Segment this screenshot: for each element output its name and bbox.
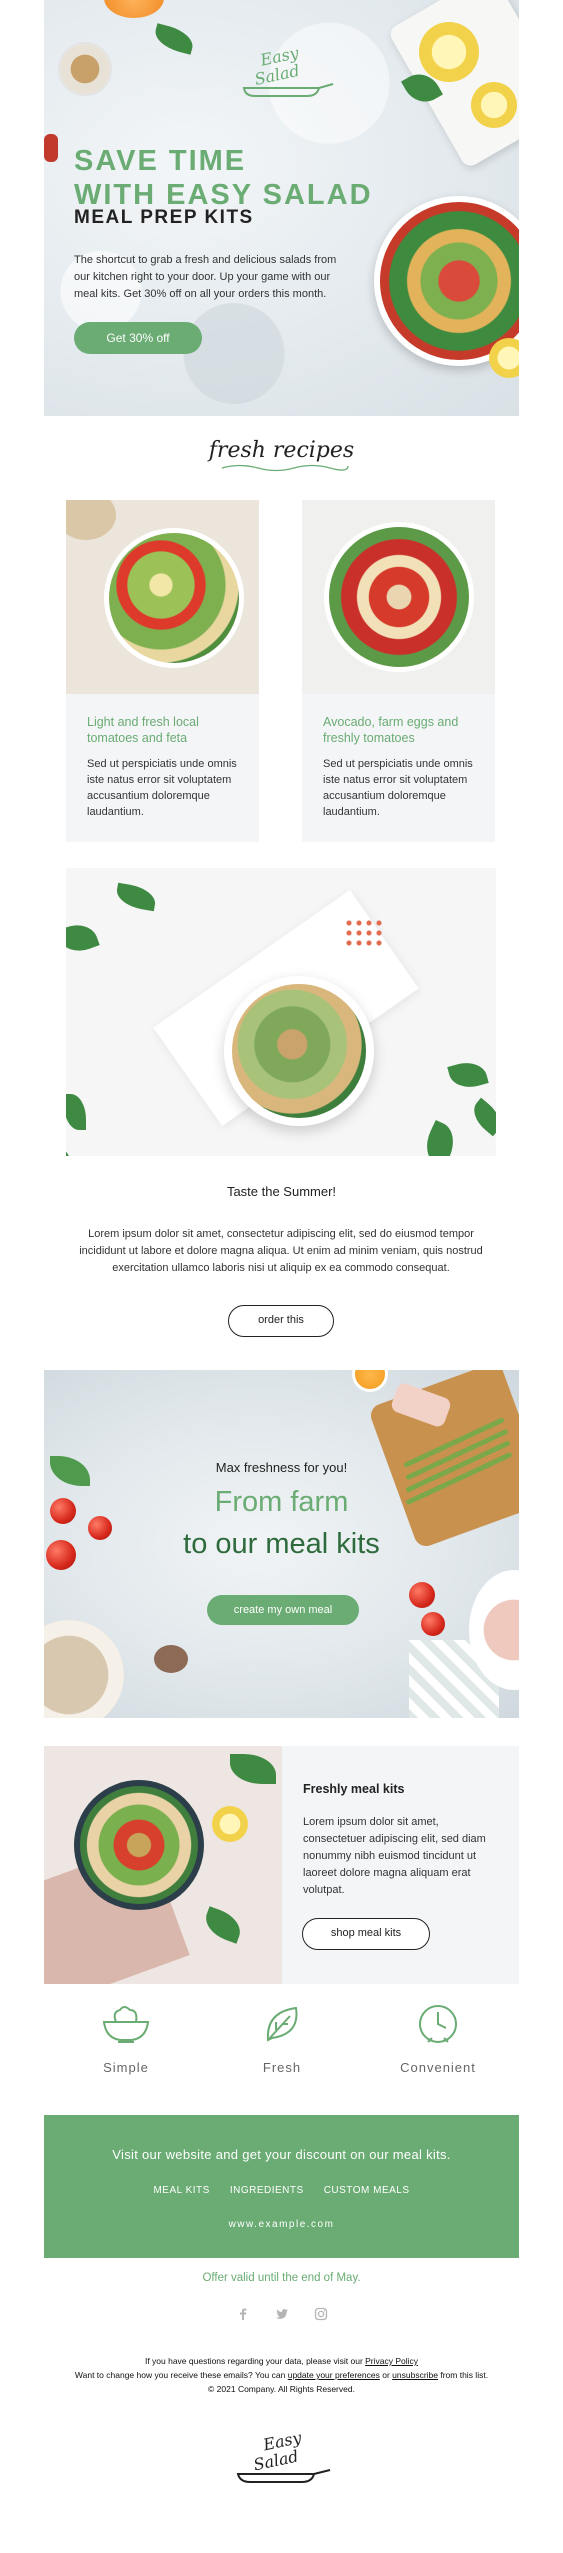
sauce-jar-image <box>58 42 112 96</box>
heading-swash <box>221 464 349 472</box>
twitter-icon[interactable] <box>275 2307 289 2321</box>
lime-image <box>212 1806 248 1842</box>
recipe-card-title: Avocado, farm eggs and freshly tomatoes <box>323 715 459 745</box>
promo-text: Visit our website and get your discount … <box>112 2147 451 2162</box>
leaf-decoration <box>114 882 158 912</box>
legal-line-2: Want to change how you receive these ema… <box>0 2368 563 2382</box>
order-this-button[interactable]: order this <box>228 1305 334 1337</box>
juice-glass-image <box>352 1370 388 1392</box>
recipe-image <box>302 500 495 694</box>
lemon-image <box>471 82 517 128</box>
website-link[interactable]: www.example.com <box>44 2219 519 2230</box>
social-links <box>236 2307 328 2321</box>
meal-kits-section: Freshly meal kits Lorem ipsum dolor sit … <box>44 1746 519 1984</box>
legal-line-1: If you have questions regarding your dat… <box>0 2354 563 2368</box>
footer-link-ingredients[interactable]: INGREDIENTS <box>230 2185 304 2196</box>
logo-text-salad: Salad <box>253 61 301 89</box>
create-meal-button[interactable]: create my own meal <box>207 1595 359 1625</box>
farm-small-heading: Max freshness for you! <box>215 1460 348 1475</box>
feature-label: Simple <box>103 2060 149 2075</box>
update-preferences-link[interactable]: update your preferences <box>288 2370 380 2380</box>
tomato-image <box>409 1582 435 1608</box>
summer-salad-image <box>66 868 496 1156</box>
get-discount-button[interactable]: Get 30% off <box>74 322 202 354</box>
farm-banner: Max freshness for you! From farm to our … <box>44 1370 519 1718</box>
meal-kit-image <box>44 1746 282 1984</box>
feature-simple: Simple <box>56 2002 196 2075</box>
legal-text-segment: If you have questions regarding your dat… <box>144 2356 366 2366</box>
legal-text: If you have questions regarding your dat… <box>0 2354 563 2396</box>
legal-text-segment: or <box>379 2370 393 2380</box>
shop-meal-kits-button[interactable]: shop meal kits <box>302 1918 430 1950</box>
mushroom-image <box>154 1645 188 1673</box>
footer-nav: MEAL KITS INGREDIENTS CUSTOM MEALS <box>44 2185 519 2196</box>
offer-note: Offer valid until the end of May. <box>202 2272 361 2284</box>
footer-link-custom-meals[interactable]: CUSTOM MEALS <box>324 2185 410 2196</box>
lemon-image <box>419 22 479 82</box>
hero-subtitle: MEAL PREP KITS <box>74 207 254 228</box>
copyright: © 2021 Company. All Rights Reserved. <box>208 2384 355 2394</box>
summer-title: Taste the Summer! <box>226 1184 337 1199</box>
logo-text-salad: Salad <box>252 2446 300 2474</box>
leaf-decoration <box>66 1094 86 1130</box>
feature-label: Convenient <box>400 2060 476 2075</box>
summer-text: Lorem ipsum dolor sit amet, consectetur … <box>79 1228 483 1274</box>
leaf-decoration <box>200 1906 246 1944</box>
feature-fresh: Fresh <box>212 2002 352 2075</box>
hero-title: SAVE TIME WITH EASY SALAD <box>74 144 373 212</box>
facebook-icon[interactable] <box>236 2307 250 2321</box>
pepper-flakes <box>344 918 384 948</box>
privacy-policy-link[interactable]: Privacy Policy <box>365 2356 418 2366</box>
legal-text-segment: from this list. <box>438 2370 489 2380</box>
hero-banner: Easy Salad SAVE TIME WITH EASY SALAD MEA… <box>44 0 519 416</box>
farm-title-line-1: From farm <box>214 1486 349 1518</box>
leaf-decoration <box>466 1097 496 1137</box>
leaf-decoration <box>66 1139 79 1156</box>
recipe-card-text: Sed ut perspiciatis unde omnis iste natu… <box>323 758 473 818</box>
recipe-card[interactable]: Avocado, farm eggs and freshly tomatoes … <box>302 500 495 842</box>
fresh-recipes-heading: fresh recipes <box>208 438 355 463</box>
leaf-decoration <box>66 918 100 958</box>
recipe-card-text: Sed ut perspiciatis unde omnis iste natu… <box>87 758 237 818</box>
farm-title-line-2: to our meal kits <box>183 1528 380 1560</box>
tomato-image <box>421 1612 445 1636</box>
easy-salad-footer-logo: Easy Salad <box>236 2428 331 2483</box>
feature-convenient: Convenient <box>368 2002 508 2075</box>
feature-label: Fresh <box>262 2060 302 2075</box>
easy-salad-logo: Easy Salad <box>242 43 334 97</box>
leaf-decoration <box>230 1754 276 1784</box>
leaf-icon <box>266 2006 298 2042</box>
recipe-card[interactable]: Light and fresh local tomatoes and feta … <box>66 500 259 842</box>
legal-text-segment: Want to change how you receive these ema… <box>74 2370 288 2380</box>
recipe-image <box>66 500 259 694</box>
hero-body-text: The shortcut to grab a fresh and delicio… <box>74 254 337 300</box>
unsubscribe-link[interactable]: unsubscribe <box>392 2370 438 2380</box>
salad-bowl-icon <box>102 2006 150 2043</box>
hero-title-line-1: SAVE TIME <box>74 145 247 177</box>
recipe-card-title: Light and fresh local tomatoes and feta <box>87 715 199 745</box>
bread-plate-image <box>44 1620 124 1718</box>
salad-bowl-image <box>224 976 374 1126</box>
instagram-icon[interactable] <box>314 2307 328 2321</box>
footer-link-meal-kits[interactable]: MEAL KITS <box>153 2185 209 2196</box>
meal-kits-text: Lorem ipsum dolor sit amet, consectetuer… <box>303 1816 486 1896</box>
promo-footer: Visit our website and get your discount … <box>44 2115 519 2258</box>
clock-icon <box>419 2005 457 2043</box>
meal-kits-title: Freshly meal kits <box>303 1782 405 1796</box>
leaf-decoration <box>447 1057 489 1093</box>
leaf-decoration <box>44 134 58 162</box>
salad-bowl-image <box>74 1780 204 1910</box>
leaf-decoration <box>418 1119 462 1156</box>
